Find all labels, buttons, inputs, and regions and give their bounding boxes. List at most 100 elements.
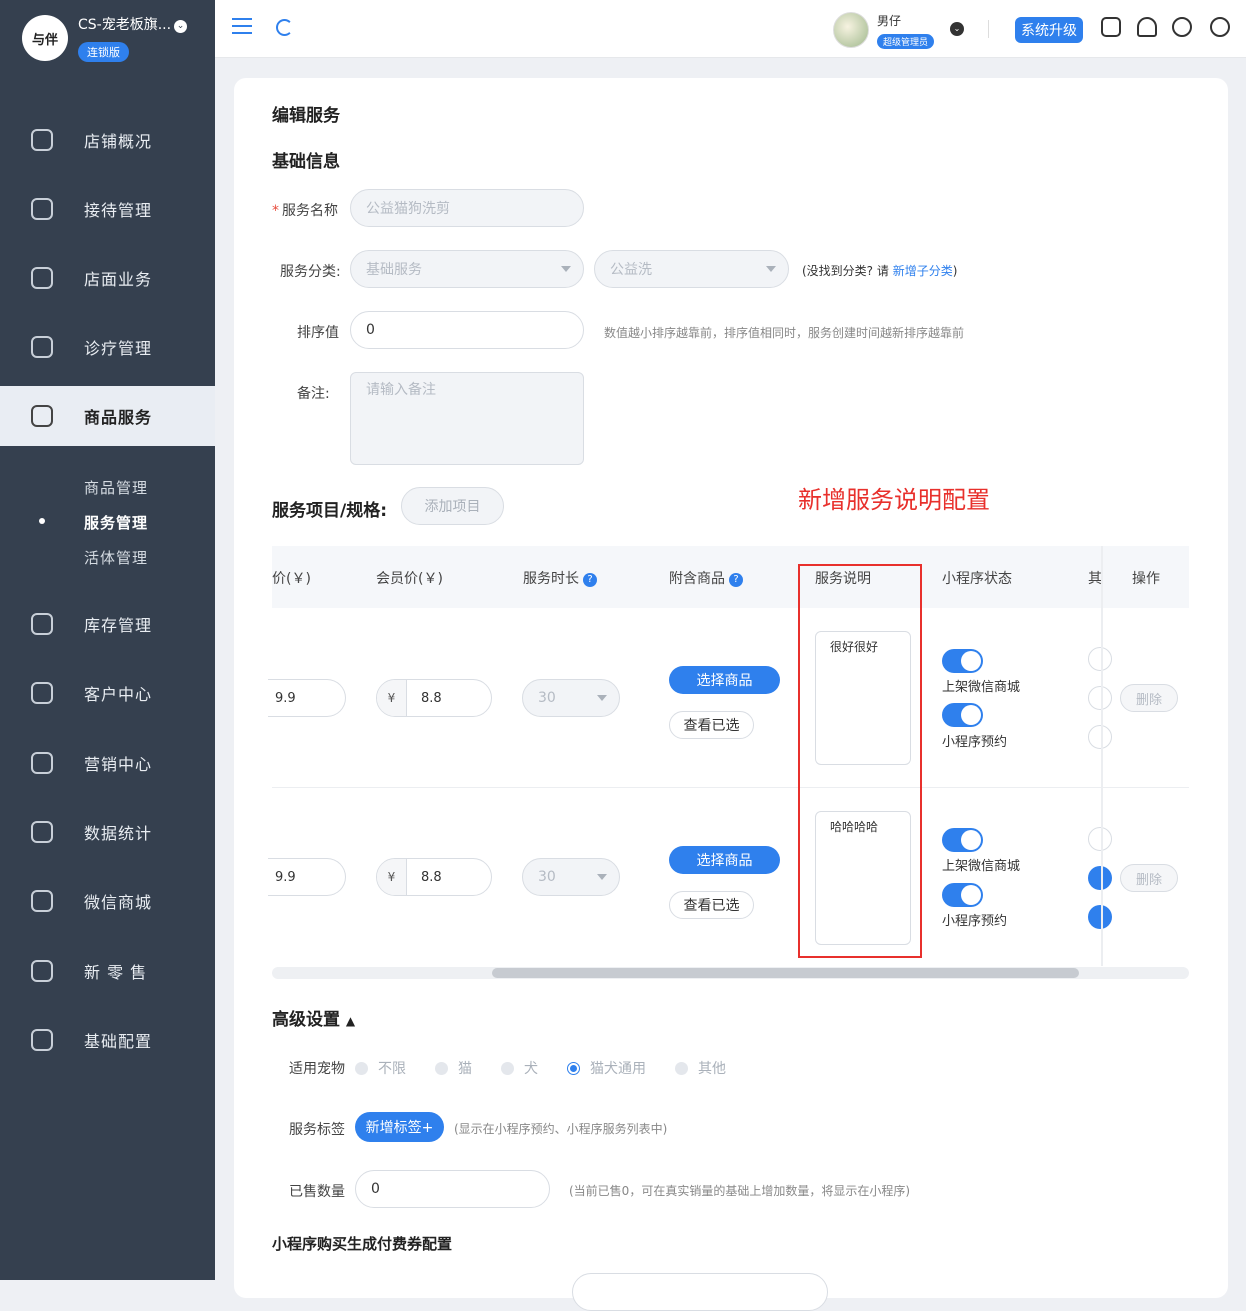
add-tag-button[interactable]: 新增标签+: [355, 1112, 444, 1142]
th-miniapp-status: 小程序状态: [942, 571, 1012, 587]
view-selected-button[interactable]: 查看已选: [669, 711, 754, 739]
help-icon[interactable]: ?: [729, 573, 743, 587]
sidebar-item-label: 新 零 售: [84, 963, 148, 982]
th-duration: 服务时长?: [523, 568, 597, 588]
clock-icon[interactable]: [1210, 17, 1230, 37]
radio-icon: [435, 1061, 448, 1075]
select-goods-button[interactable]: 选择商品: [669, 846, 780, 874]
toggle-miniapp-booking[interactable]: [942, 883, 983, 907]
system-upgrade-button[interactable]: 系统升级: [1015, 17, 1083, 43]
select-goods-button[interactable]: 选择商品: [669, 666, 780, 694]
medical-kit-icon: [31, 336, 53, 358]
coupon-config-title: 小程序购买生成付费券配置: [272, 1235, 453, 1253]
other-option-toggle[interactable]: [1088, 686, 1112, 710]
horizontal-scrollbar-thumb[interactable]: [492, 968, 1079, 978]
radio-icon: [501, 1061, 514, 1075]
delete-button[interactable]: 删除: [1120, 864, 1178, 892]
coupon-input[interactable]: [572, 1273, 828, 1311]
sidebar-item-label: 数据统计: [84, 824, 153, 843]
help-icon[interactable]: ?: [583, 573, 597, 587]
th-attached-goods: 附含商品?: [669, 568, 743, 588]
sidebar-item-medical[interactable]: 诊疗管理: [0, 317, 215, 377]
store-switcher[interactable]: CS-宠老板旗... ⌄: [78, 14, 188, 34]
advanced-settings-toggle[interactable]: 高级设置 ▲: [272, 1005, 355, 1030]
sidebar-item-label: 客户中心: [84, 685, 153, 704]
headset-icon[interactable]: [1172, 17, 1192, 37]
brand-area: 与伴 CS-宠老板旗... ⌄ 连锁版: [0, 0, 215, 92]
tag-hint: (显示在小程序预约、小程序服务列表中): [454, 1122, 668, 1136]
service-name-input[interactable]: 公益猫狗洗剪: [350, 189, 584, 227]
sold-count-label: 已售数量: [289, 1184, 345, 1200]
settings-icon: [31, 1029, 53, 1051]
sidebar-item-new-retail[interactable]: 新 零 售: [0, 941, 215, 1001]
other-option-toggle[interactable]: [1088, 905, 1112, 929]
edition-badge: 连锁版: [78, 42, 129, 62]
price-input[interactable]: 9.9: [268, 679, 346, 717]
toggle-miniapp-booking[interactable]: [942, 703, 983, 727]
pet-option-cat[interactable]: 猫: [435, 1058, 472, 1078]
sidebar-item-reception[interactable]: 接待管理: [0, 179, 215, 239]
add-subcategory-link[interactable]: 新增子分类: [893, 264, 953, 278]
duration-select[interactable]: 30: [522, 679, 620, 717]
service-category-label: 服务分类:: [280, 264, 341, 280]
sidebar-item-label: 商品服务: [84, 408, 153, 427]
sidebar-item-basic-config[interactable]: 基础配置: [0, 1010, 215, 1070]
sub-item-goods-management[interactable]: 商品管理: [84, 477, 148, 498]
pet-option-cat-dog[interactable]: 猫犬通用: [567, 1058, 646, 1078]
avatar[interactable]: [833, 12, 869, 48]
duration-value: 30: [538, 869, 556, 885]
cube-icon: [31, 960, 53, 982]
service-items-title: 服务项目/规格:: [272, 501, 388, 521]
customer-icon: [31, 682, 53, 704]
other-option-toggle[interactable]: [1088, 866, 1112, 890]
toggle-wechat-mall-label: 上架微信商城: [942, 859, 1021, 874]
duration-select[interactable]: 30: [522, 858, 620, 896]
sidebar-item-store-business[interactable]: 店面业务: [0, 248, 215, 308]
sort-hint: 数值越小排序越靠前，排序值相同时，服务创建时间越新排序越靠前: [604, 326, 965, 340]
bar-chart-icon: [31, 752, 53, 774]
sidebar-item-goods-services[interactable]: 商品服务: [0, 386, 215, 446]
chevron-down-icon: [597, 695, 607, 701]
remark-textarea[interactable]: 请输入备注: [350, 372, 584, 465]
sidebar-item-label: 库存管理: [84, 616, 153, 635]
sidebar-item-marketing[interactable]: 营销中心: [0, 733, 215, 793]
delete-button[interactable]: 删除: [1120, 684, 1178, 712]
sub-item-service-management[interactable]: 服务管理: [84, 512, 148, 533]
refresh-icon[interactable]: [276, 19, 293, 36]
sidebar-item-statistics[interactable]: 数据统计: [0, 802, 215, 862]
view-selected-button[interactable]: 查看已选: [669, 891, 754, 919]
pet-option-dog[interactable]: 犬: [501, 1058, 538, 1078]
user-name: 男仔: [877, 14, 902, 28]
chevron-down-icon: ⌄: [174, 20, 188, 33]
price-input[interactable]: 9.9: [268, 858, 346, 896]
highlight-box: [798, 564, 922, 958]
sold-count-input[interactable]: 0: [355, 1170, 550, 1208]
toggle-wechat-mall[interactable]: [942, 828, 983, 852]
annotation-text: 新增服务说明配置: [798, 486, 990, 514]
sidebar-item-store-overview[interactable]: 店铺概况: [0, 110, 215, 170]
bell-icon[interactable]: [1137, 17, 1157, 37]
sort-input[interactable]: 0: [350, 311, 584, 349]
member-price-value: 8.8: [421, 869, 442, 885]
chevron-down-icon[interactable]: ⌄: [950, 22, 964, 36]
other-option-toggle[interactable]: [1088, 725, 1112, 749]
calendar-icon[interactable]: [1101, 17, 1121, 37]
category-select-1[interactable]: 基础服务: [350, 250, 584, 288]
pet-option-other[interactable]: 其他: [675, 1058, 726, 1078]
member-price-input[interactable]: ¥8.8: [376, 858, 492, 896]
sub-item-live-animal-management[interactable]: 活体管理: [84, 547, 148, 568]
category-select-2[interactable]: 公益洗: [594, 250, 789, 288]
sidebar-item-customer[interactable]: 客户中心: [0, 663, 215, 723]
add-item-button[interactable]: 添加项目: [401, 487, 504, 525]
member-price-input[interactable]: ¥8.8: [376, 679, 492, 717]
menu-icon[interactable]: [232, 18, 252, 34]
pet-option-unlimited[interactable]: 不限: [355, 1058, 406, 1078]
sidebar-item-inventory[interactable]: 库存管理: [0, 594, 215, 654]
other-option-toggle[interactable]: [1088, 647, 1112, 671]
user-role-badge: 超级管理员: [877, 34, 935, 49]
sidebar-item-wechat-mall[interactable]: 微信商城: [0, 871, 215, 931]
toggle-wechat-mall[interactable]: [942, 649, 983, 673]
other-option-toggle[interactable]: [1088, 827, 1112, 851]
advanced-settings-title: 高级设置: [272, 1010, 340, 1030]
th-price: 价(￥): [272, 571, 311, 587]
